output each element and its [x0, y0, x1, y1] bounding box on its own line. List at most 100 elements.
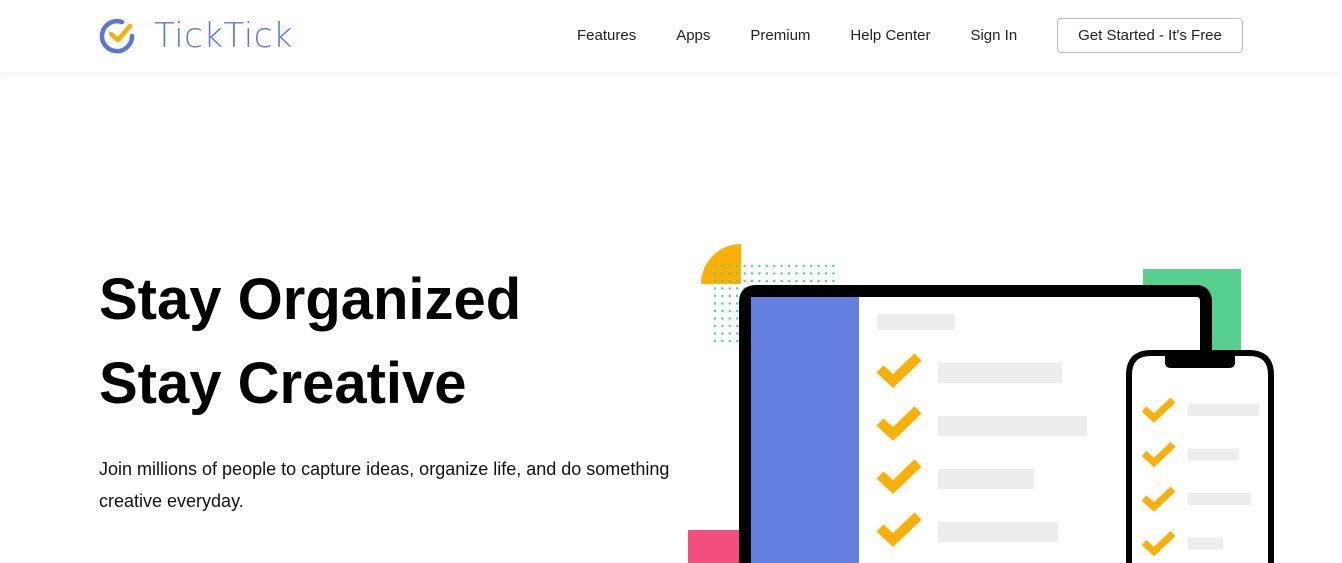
dot — [832, 272, 835, 275]
dot — [728, 339, 731, 343]
dot — [795, 279, 798, 283]
task-placeholder — [1188, 404, 1259, 416]
dot — [817, 264, 820, 268]
nav-link-features[interactable]: Features — [577, 27, 636, 44]
dot — [758, 272, 761, 275]
task-placeholder — [1188, 448, 1239, 461]
dot — [758, 279, 761, 283]
dot — [817, 272, 820, 275]
dot — [721, 294, 724, 298]
dot — [802, 279, 805, 283]
dot — [736, 317, 739, 320]
dot — [765, 279, 768, 283]
nav-link-help-center[interactable]: Help Center — [850, 27, 930, 44]
dot — [728, 302, 731, 305]
dot — [721, 324, 724, 328]
task-placeholder — [1188, 493, 1251, 505]
dot — [773, 279, 776, 283]
dot — [810, 272, 813, 275]
nav-links: Features Apps Premium Help Center Sign I… — [577, 18, 1057, 53]
dot — [713, 324, 717, 328]
dot — [817, 279, 820, 283]
orange-quarter-circle — [701, 244, 741, 284]
dot — [721, 279, 724, 283]
dot — [765, 264, 768, 268]
dot — [728, 272, 731, 275]
task-placeholder — [938, 522, 1058, 542]
dot — [750, 264, 754, 268]
dot — [810, 264, 813, 268]
dot — [810, 279, 813, 283]
get-started-button[interactable]: Get Started - It's Free — [1057, 18, 1243, 53]
dot — [780, 279, 783, 283]
dot — [736, 332, 739, 335]
dot — [780, 272, 783, 275]
dot — [802, 264, 805, 268]
phone-illustration — [1126, 350, 1274, 563]
dot — [787, 279, 791, 283]
dot — [713, 294, 717, 298]
laptop-header-bar — [877, 314, 955, 330]
dot — [728, 317, 731, 320]
dot — [736, 339, 739, 343]
dot — [736, 302, 739, 305]
dot — [787, 272, 791, 275]
dot — [773, 264, 776, 268]
dot — [750, 272, 754, 275]
dot — [713, 317, 717, 320]
nav-link-premium[interactable]: Premium — [750, 27, 810, 44]
dot — [728, 279, 731, 283]
nav-link-apps[interactable]: Apps — [676, 27, 710, 44]
dot — [824, 264, 828, 268]
task-placeholder — [938, 363, 1062, 383]
dot — [736, 294, 739, 298]
dot — [780, 264, 783, 268]
dot — [824, 279, 828, 283]
dot — [713, 279, 717, 283]
task-placeholder — [1188, 537, 1223, 550]
dot — [728, 332, 731, 335]
dot — [728, 294, 731, 298]
ticktick-logo-icon — [99, 18, 135, 54]
dot — [728, 324, 731, 328]
dot — [743, 279, 746, 283]
dot — [713, 332, 717, 335]
dot — [832, 279, 835, 283]
dot — [721, 272, 724, 275]
dot — [728, 287, 731, 290]
dot — [713, 302, 717, 305]
dot — [713, 339, 717, 343]
dot — [713, 309, 717, 313]
dot — [721, 317, 724, 320]
dot — [721, 332, 724, 335]
check-icon — [876, 512, 922, 547]
dot — [750, 279, 754, 283]
logo-text: TickTick — [154, 16, 294, 56]
dot — [721, 309, 724, 313]
dot — [795, 264, 798, 268]
dot — [721, 302, 724, 305]
dot — [773, 272, 776, 275]
hero-illustration — [688, 244, 1274, 563]
dot — [713, 264, 717, 268]
dot — [721, 287, 724, 290]
logo[interactable]: TickTick — [98, 15, 293, 57]
nav-link-sign-in[interactable]: Sign In — [970, 27, 1017, 44]
dot — [758, 264, 761, 268]
dot — [713, 272, 717, 275]
dot — [787, 264, 791, 268]
dot — [736, 264, 739, 268]
dot — [736, 324, 739, 328]
task-placeholder — [938, 469, 1034, 489]
dot — [765, 272, 768, 275]
top-navbar: TickTick Features Apps Premium Help Cent… — [0, 0, 1342, 72]
dot — [802, 272, 805, 275]
dot — [721, 264, 724, 268]
dot — [728, 309, 731, 313]
task-placeholder — [938, 416, 1087, 436]
phone-notch — [1165, 353, 1235, 368]
dot — [736, 272, 739, 275]
dot — [736, 287, 739, 290]
dot — [824, 272, 828, 275]
dot — [832, 264, 835, 268]
